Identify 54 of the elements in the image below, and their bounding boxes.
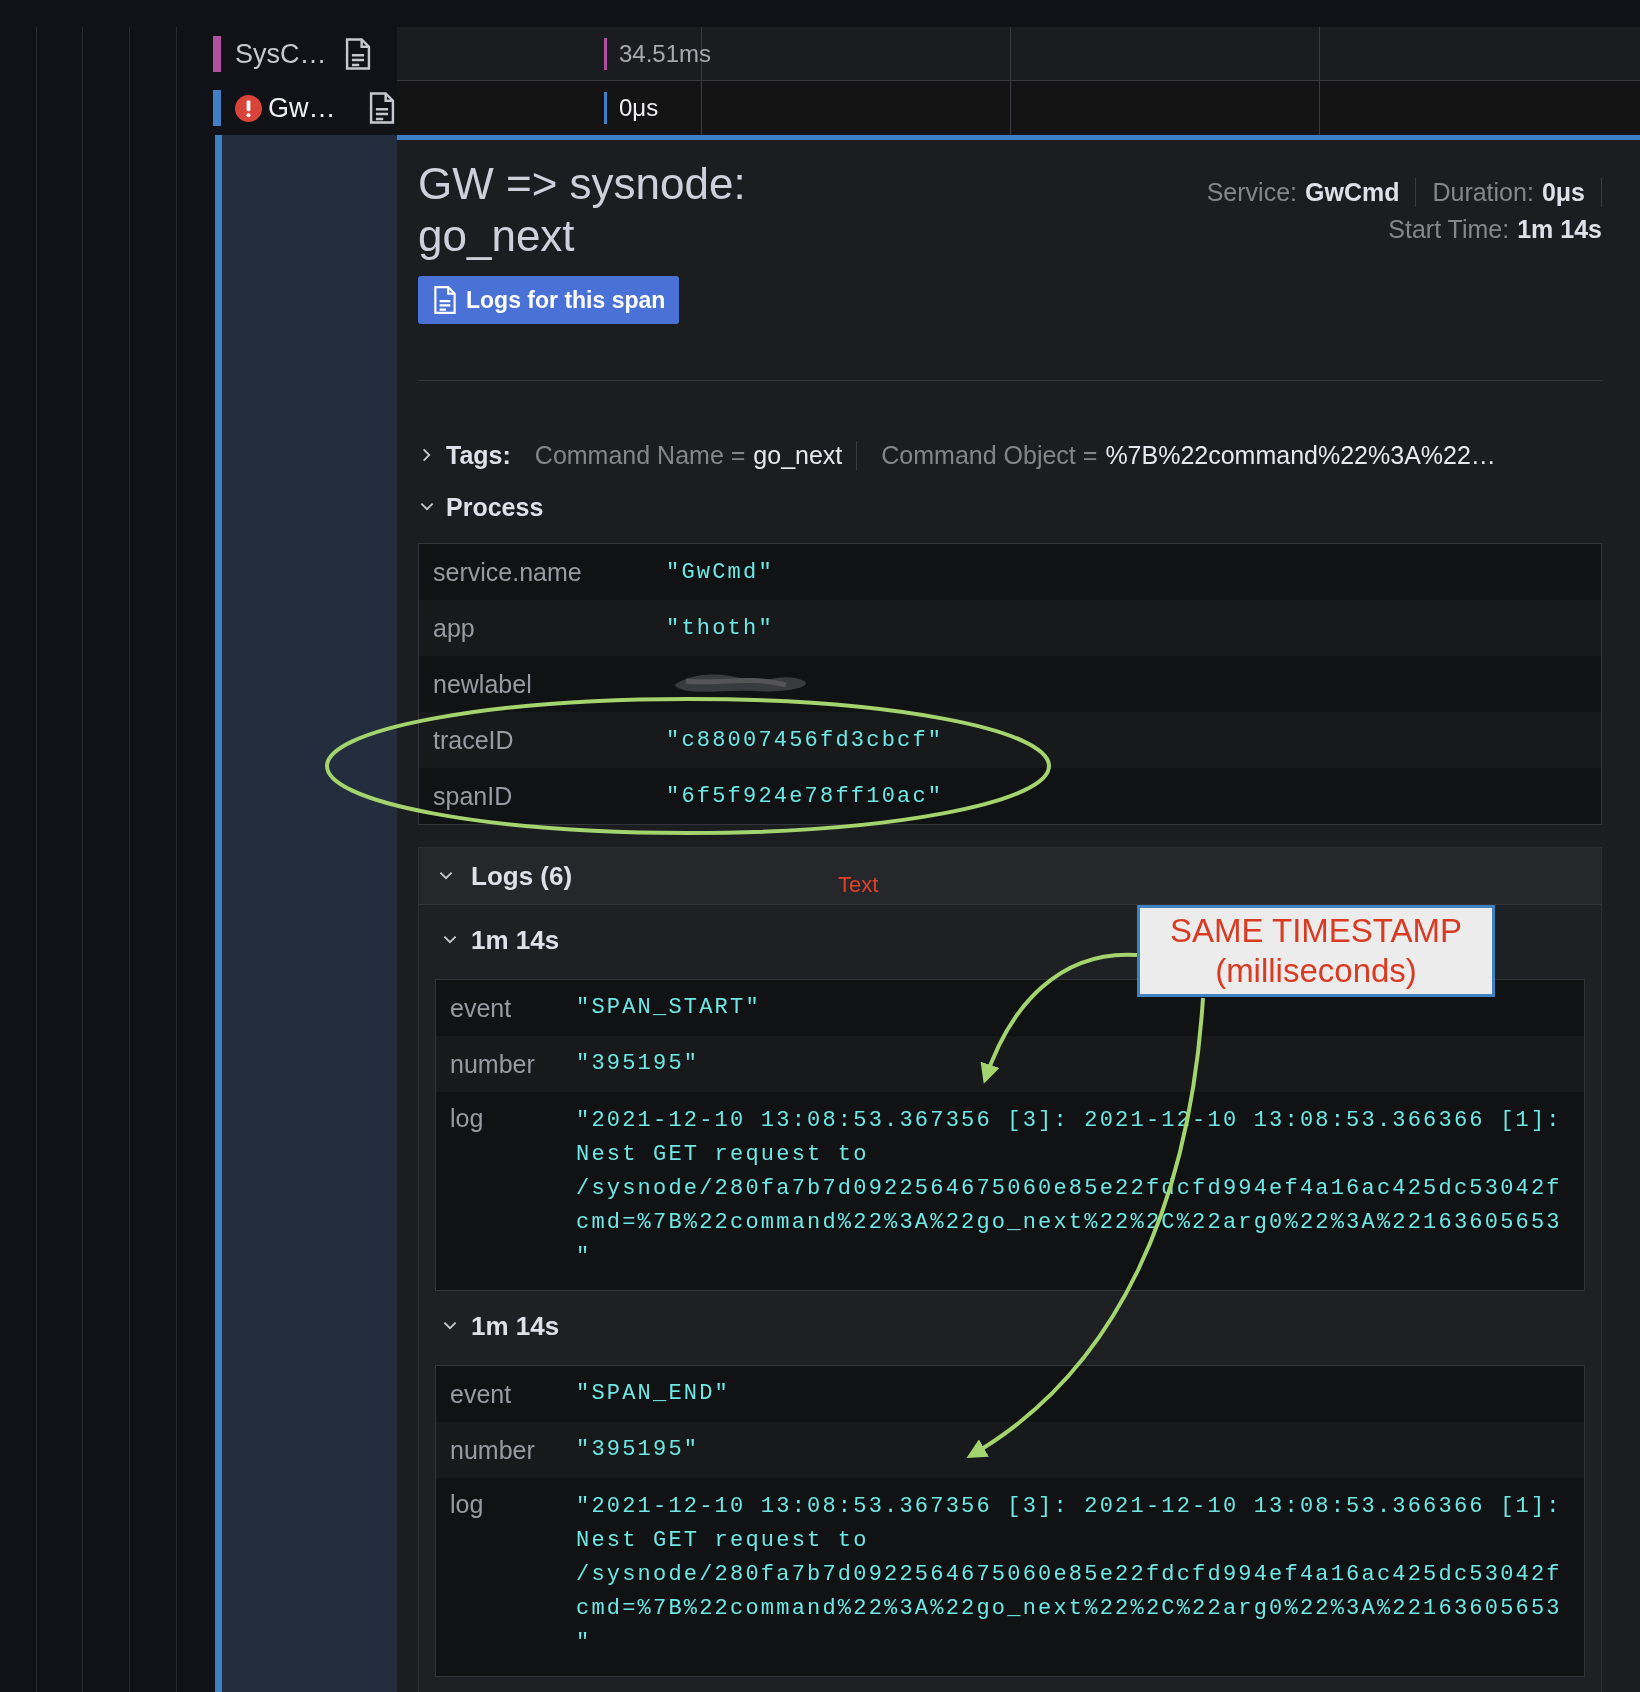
meta-value: 0μs bbox=[1541, 178, 1585, 207]
log-value: "395195" bbox=[576, 1050, 700, 1078]
tag-value: go_next bbox=[753, 440, 843, 470]
log-key: event bbox=[436, 993, 576, 1023]
log-key: number bbox=[436, 1049, 576, 1079]
annotation-note: Text bbox=[838, 872, 879, 898]
log-value: " bbox=[576, 1629, 593, 1657]
log-value: Nest GET request to bbox=[576, 1141, 870, 1169]
process-key: spanID bbox=[419, 781, 666, 811]
process-value: "GwCmd" bbox=[666, 559, 774, 585]
document-icon[interactable] bbox=[367, 91, 397, 125]
process-key: service.name bbox=[419, 557, 666, 587]
span-tick bbox=[604, 92, 607, 124]
process-key: app bbox=[419, 613, 666, 643]
span-title: GW => sysnode: go_next bbox=[418, 158, 747, 262]
logs-button[interactable]: Logs for this span bbox=[418, 276, 680, 324]
process-key: traceID bbox=[419, 725, 666, 755]
span-duration: 0μs bbox=[619, 94, 659, 122]
document-icon bbox=[432, 285, 458, 315]
log-key: log bbox=[436, 1104, 576, 1133]
span-name[interactable]: Gw… bbox=[268, 92, 349, 124]
span-duration: 34.51ms bbox=[619, 39, 712, 68]
tag-value: %7B%22command%22%3A%22… bbox=[1105, 440, 1496, 470]
meta-value: 1m 14s bbox=[1517, 215, 1602, 244]
log-value: /sysnode/280fa7b7d0922564675060e85e22fdcfd994ef4a16ac425dc53042f bbox=[576, 1561, 1562, 1589]
log-key: event bbox=[436, 1379, 576, 1409]
log-value: "SPAN_END" bbox=[576, 1380, 731, 1408]
log-key: log bbox=[436, 1490, 576, 1519]
log-key: number bbox=[436, 1435, 576, 1465]
log-value: cmd=%7B%22command%22%3A%22go_next%22%2C%22arg0%22%3A%22163605653 bbox=[576, 1595, 1562, 1623]
meta-label: Duration: bbox=[1432, 178, 1534, 207]
meta-label: Start Time: bbox=[1388, 215, 1510, 244]
process-value: "6f5f924e78ff10ac" bbox=[666, 783, 944, 809]
annotation-callout: SAME TIMESTAMP (milliseconds) bbox=[1137, 905, 1495, 997]
log-time-toggle[interactable]: 1m 14s bbox=[471, 924, 560, 956]
meta-value: GwCmd bbox=[1305, 178, 1400, 207]
document-icon[interactable] bbox=[343, 37, 373, 71]
tag-key: Command Name = bbox=[534, 440, 746, 470]
process-toggle[interactable]: Process bbox=[446, 492, 544, 522]
span-name[interactable]: SysC… bbox=[235, 38, 325, 70]
log-value: " bbox=[576, 1243, 593, 1271]
process-value: "c88007456fd3cbcf" bbox=[666, 727, 944, 753]
log-value: Nest GET request to bbox=[576, 1527, 870, 1555]
log-value: "2021-12-10 13:08:53.367356 [3]: 2021-12-10 13:08:53.366366 [1]: bbox=[576, 1493, 1562, 1521]
log-value: "SPAN_START" bbox=[576, 994, 761, 1022]
logs-toggle[interactable]: Logs (6) bbox=[471, 860, 573, 892]
process-value: "thoth" bbox=[666, 615, 774, 641]
tags-toggle[interactable]: Tags: bbox=[446, 440, 511, 470]
process-key: newlabel bbox=[419, 669, 666, 699]
tag-key: Command Object = bbox=[881, 440, 1098, 470]
span-tick bbox=[604, 37, 607, 70]
log-time-toggle[interactable]: 1m 14s bbox=[471, 1310, 560, 1342]
log-value: "395195" bbox=[576, 1436, 700, 1464]
meta-label: Service: bbox=[1206, 178, 1297, 207]
